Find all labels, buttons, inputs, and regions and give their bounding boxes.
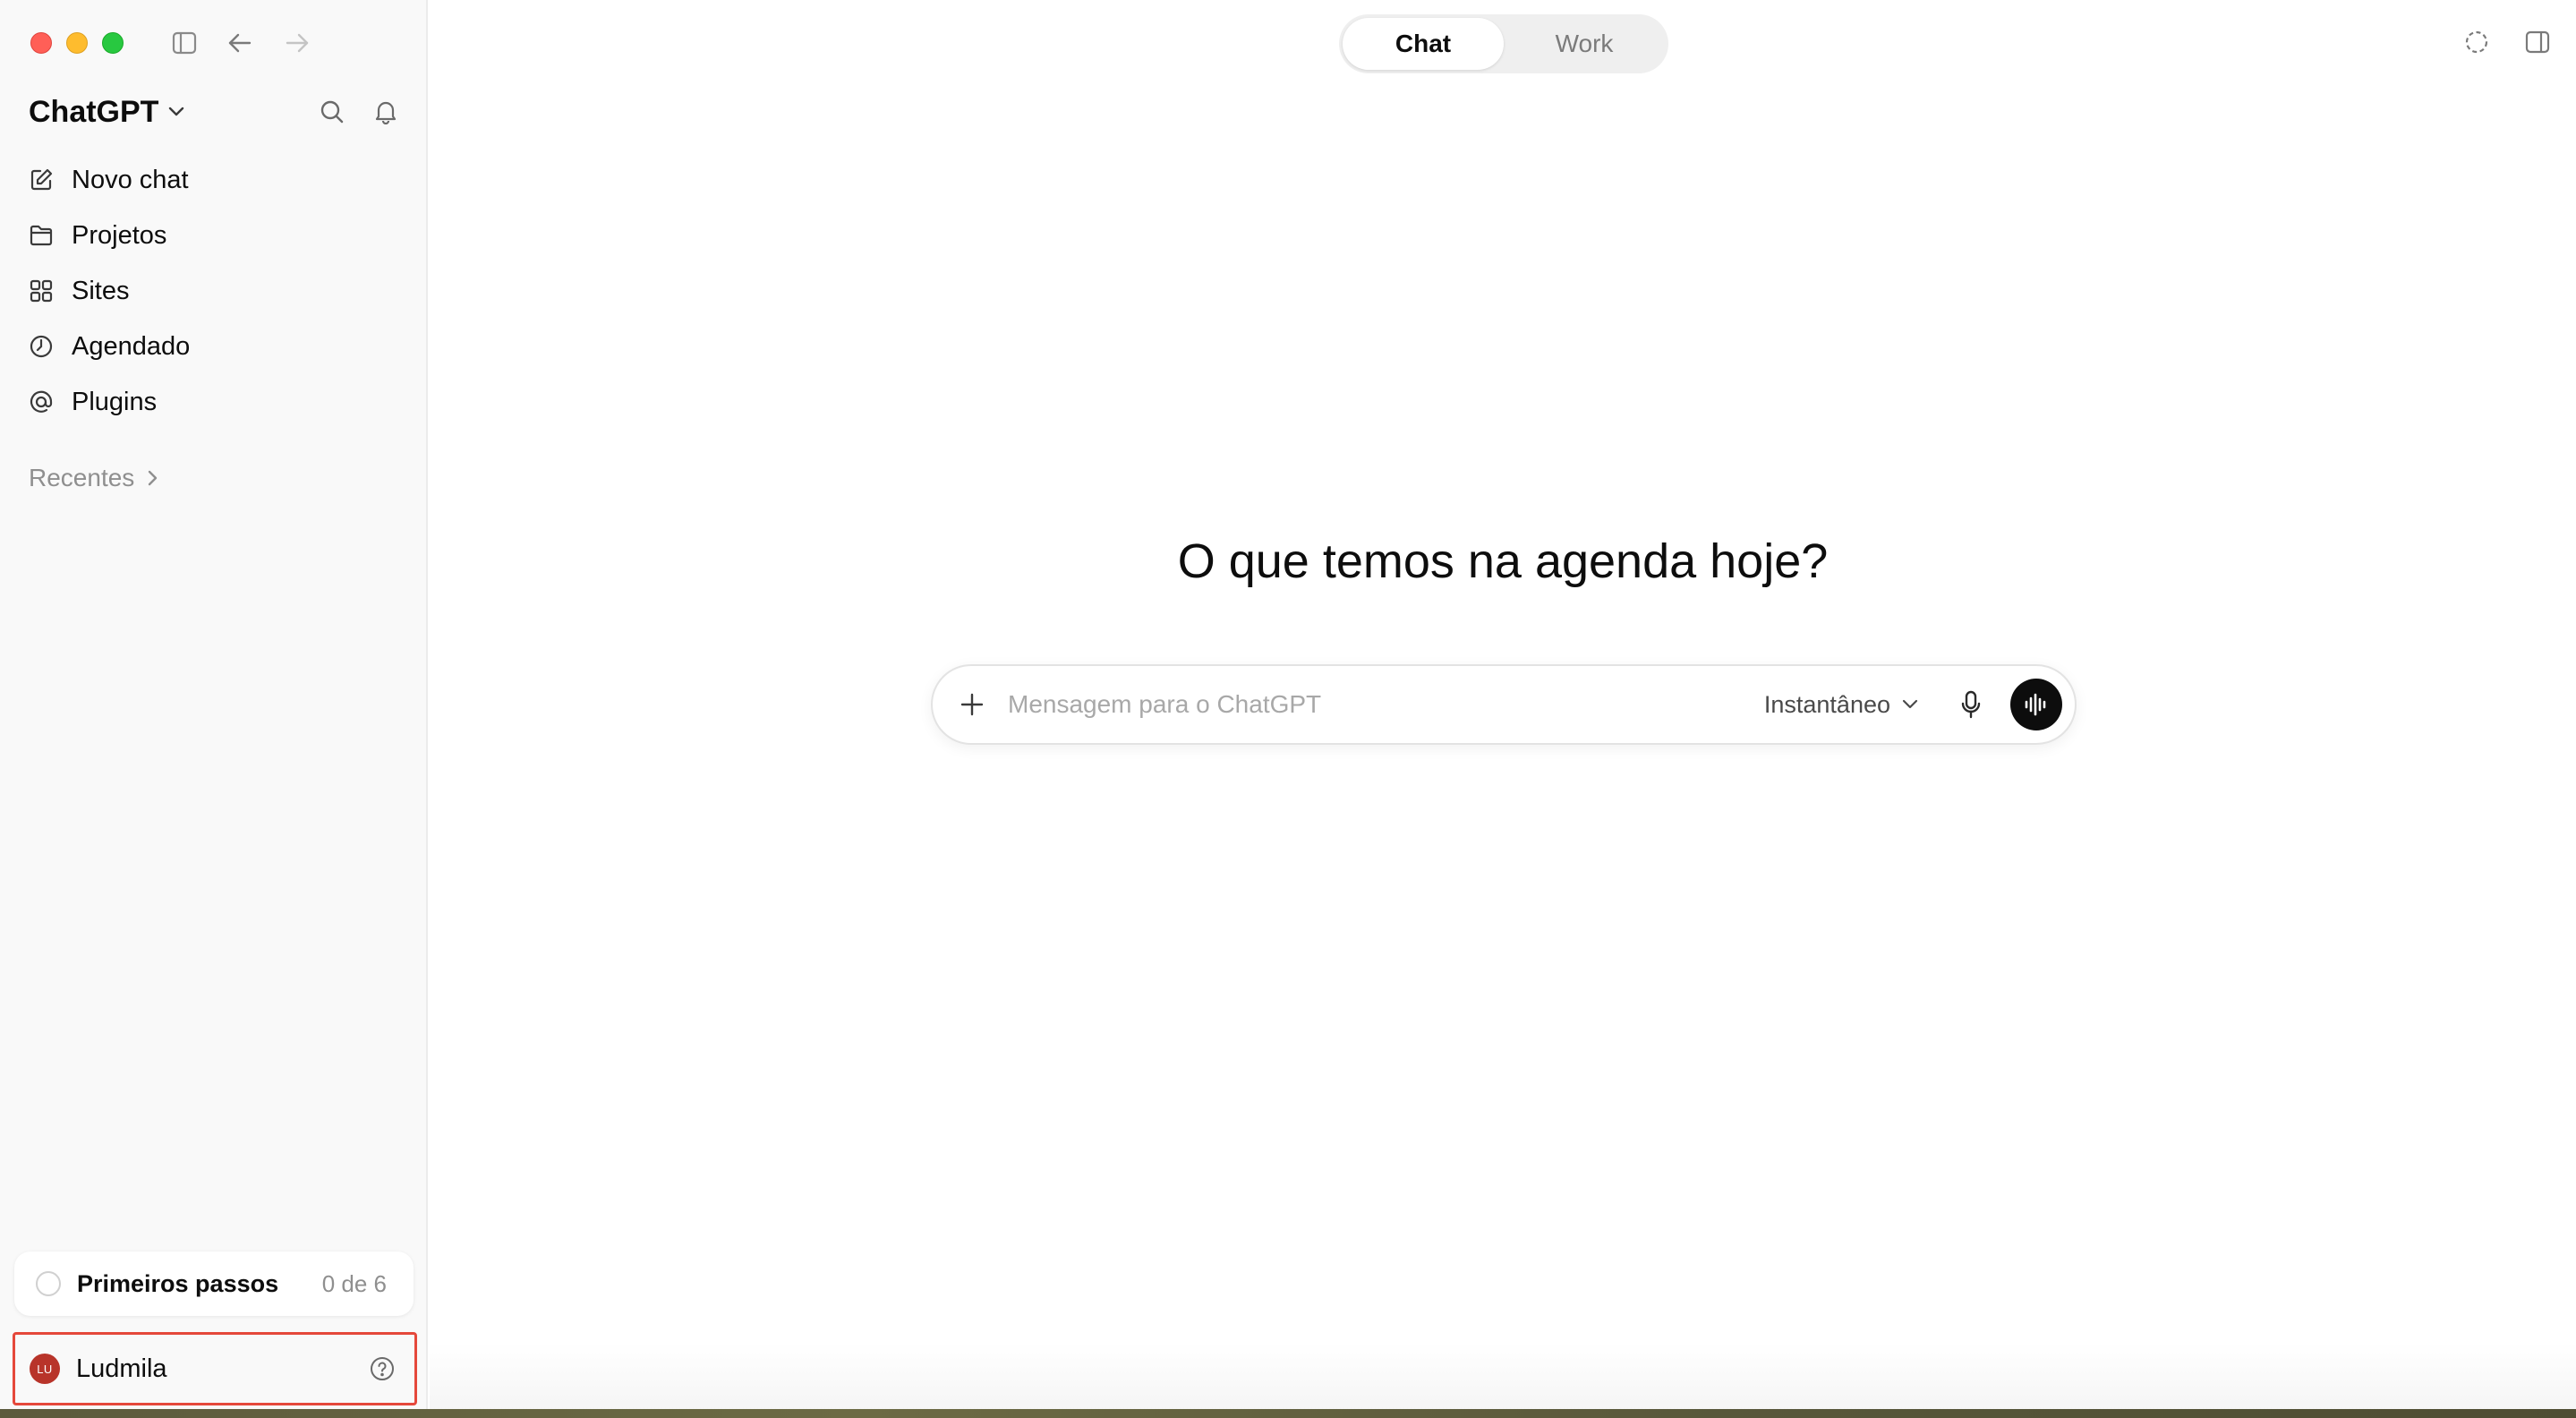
progress-ring-icon <box>36 1271 61 1296</box>
recents-toggle[interactable]: Recentes <box>29 458 159 498</box>
maximize-window-button[interactable] <box>102 32 124 54</box>
sidebar-item-label: Agendado <box>72 331 191 361</box>
tab-chat[interactable]: Chat <box>1343 18 1504 70</box>
sidebar-item-plugins[interactable]: Plugins <box>14 374 414 430</box>
close-window-button[interactable] <box>30 32 52 54</box>
bell-icon <box>375 101 397 124</box>
waveform-icon <box>2025 693 2046 716</box>
edit-icon <box>30 168 53 191</box>
minimize-window-button[interactable] <box>66 32 88 54</box>
sidebar-item-new-chat[interactable]: Novo chat <box>14 152 414 208</box>
folder-icon <box>30 225 53 246</box>
avatar: LU <box>30 1354 60 1384</box>
search-button[interactable] <box>313 93 351 131</box>
search-icon <box>320 100 344 124</box>
mode-toggle: Chat Work <box>1339 14 1668 73</box>
sidebar-nav: Novo chat Projetos Sites Agendado Plugin… <box>14 152 414 430</box>
arrow-right-icon <box>286 33 309 53</box>
grid-icon <box>30 279 53 303</box>
message-composer: Instantâneo <box>931 664 2077 745</box>
model-selector[interactable]: Instantâneo <box>1764 691 1919 719</box>
help-icon <box>371 1357 394 1380</box>
new-window-button[interactable] <box>2458 23 2495 61</box>
app-window: ChatGPT Novo chat Projetos Sites Agendad… <box>0 0 2576 1418</box>
onboarding-title: Primeiros passos <box>77 1269 279 1297</box>
sidebar-item-scheduled[interactable]: Agendado <box>14 319 414 374</box>
desktop-background-strip <box>0 1409 2576 1418</box>
voice-mode-button[interactable] <box>2010 679 2062 730</box>
sidebar-icon <box>172 31 197 55</box>
clock-icon <box>30 335 53 358</box>
onboarding-card[interactable]: Primeiros passos 0 de 6 <box>14 1251 414 1316</box>
message-input[interactable] <box>1008 690 1764 719</box>
onboarding-progress: 0 de 6 <box>321 1269 387 1297</box>
microphone-icon <box>1961 690 1981 719</box>
sidebar-item-sites[interactable]: Sites <box>14 263 414 319</box>
dictation-button[interactable] <box>1951 685 1991 724</box>
recents-label: Recentes <box>29 464 135 491</box>
tab-work[interactable]: Work <box>1504 18 1665 70</box>
main-area: Chat Work O que temos na agenda hoje? In… <box>430 0 2576 1418</box>
user-name: Ludmila <box>76 1354 167 1383</box>
page-headline: O que temos na agenda hoje? <box>1177 534 1829 588</box>
plus-icon <box>960 693 984 716</box>
sidebar-item-label: Novo chat <box>72 165 189 194</box>
forward-button[interactable] <box>279 25 315 61</box>
bottom-fade <box>430 1343 2576 1418</box>
sidebar-item-projects[interactable]: Projetos <box>14 208 414 263</box>
at-icon <box>30 390 53 413</box>
chevron-down-icon <box>1902 699 1918 709</box>
panel-right-icon <box>2525 30 2550 54</box>
help-button[interactable] <box>364 1351 400 1387</box>
sidebar: ChatGPT Novo chat Projetos Sites Agendad… <box>0 0 428 1418</box>
user-account-button[interactable]: LU Ludmila <box>13 1332 417 1405</box>
dashed-circle-icon <box>2465 30 2488 54</box>
app-title: ChatGPT <box>29 94 159 129</box>
model-switcher[interactable]: ChatGPT <box>29 90 185 134</box>
toggle-sidebar-button[interactable] <box>166 25 202 61</box>
chevron-down-icon <box>169 107 184 116</box>
sidebar-item-label: Sites <box>72 276 130 305</box>
attach-button[interactable] <box>952 685 992 724</box>
model-label: Instantâneo <box>1763 690 1890 718</box>
chevron-right-icon <box>149 470 158 486</box>
arrow-left-icon <box>228 33 252 53</box>
sidebar-item-label: Projetos <box>72 220 167 250</box>
sidebar-item-label: Plugins <box>72 387 158 416</box>
toggle-panel-button[interactable] <box>2519 23 2556 61</box>
notifications-button[interactable] <box>367 93 405 131</box>
back-button[interactable] <box>222 25 258 61</box>
